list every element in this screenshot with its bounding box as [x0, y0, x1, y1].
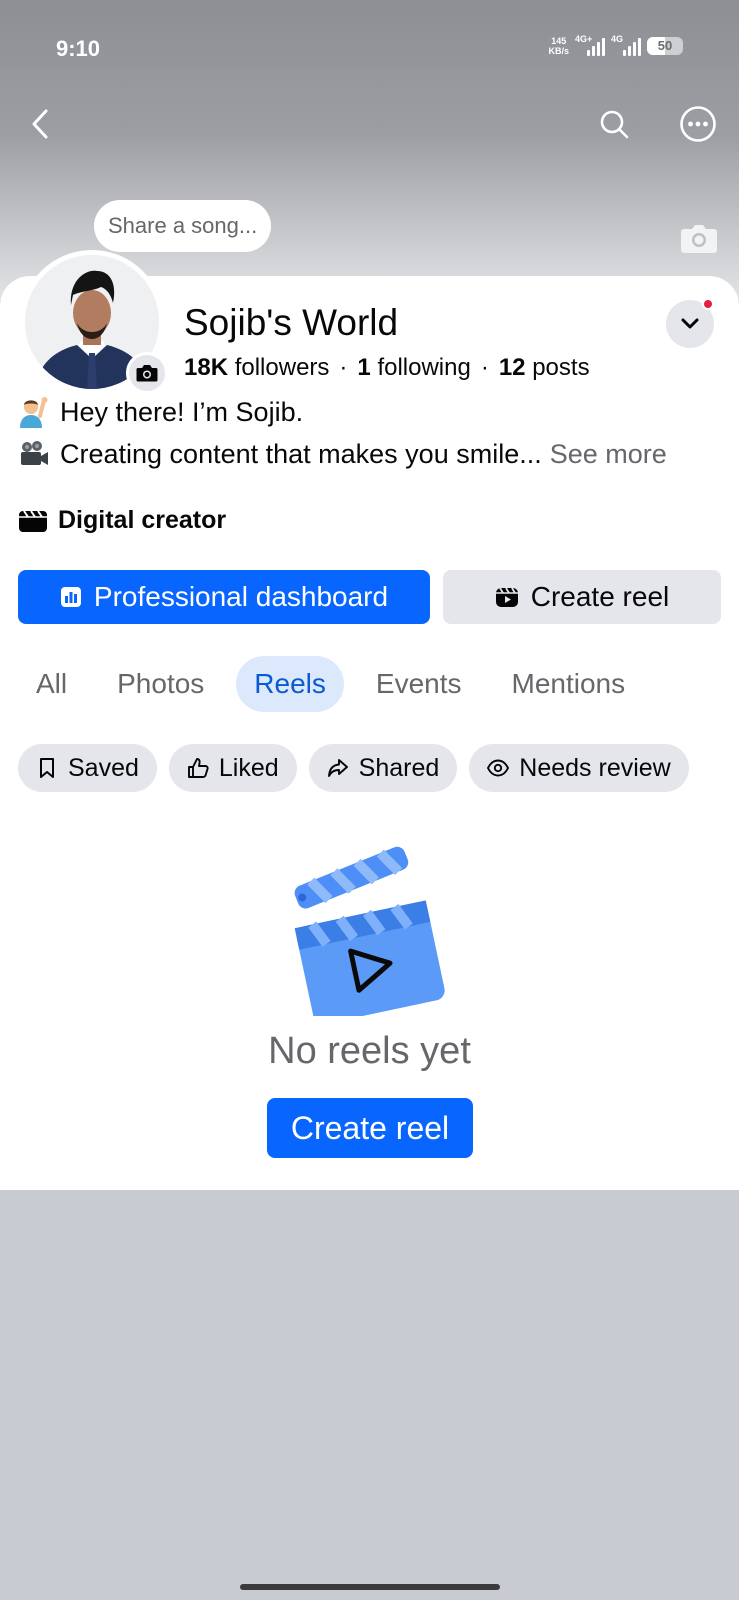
tab-reels[interactable]: Reels: [236, 656, 344, 712]
more-options-button[interactable]: [676, 102, 720, 146]
content-tabs: All Photos Reels Events Mentions: [18, 656, 657, 712]
movie-camera-emoji: [21, 441, 48, 465]
thumbs-up-icon: [187, 758, 209, 778]
signal-sim2-icon: 4G: [611, 34, 641, 56]
tab-mentions[interactable]: Mentions: [494, 656, 644, 712]
chevron-left-icon: [32, 109, 48, 139]
home-indicator[interactable]: [240, 1584, 500, 1590]
reel-filters: Saved Liked Shared Needs review: [18, 744, 689, 792]
profile-name: Sojib's World: [184, 302, 399, 343]
see-more-link[interactable]: See more: [550, 439, 667, 470]
create-reel-button[interactable]: Create reel: [443, 570, 721, 624]
tab-events[interactable]: Events: [358, 656, 480, 712]
status-time: 9:10: [56, 36, 101, 61]
chevron-down-icon: [681, 318, 699, 329]
reel-icon: [495, 587, 518, 607]
notification-dot: [702, 298, 714, 310]
bio-line-1: Hey there! I’m Sojib.: [18, 396, 303, 428]
professional-dashboard-button[interactable]: Professional dashboard: [18, 570, 430, 624]
search-button[interactable]: [592, 102, 636, 146]
filter-shared-chip[interactable]: Shared: [308, 744, 458, 792]
man-raising-hand-emoji: [20, 397, 48, 428]
signal-sim1-icon: 4G+: [575, 34, 605, 56]
tab-photos[interactable]: Photos: [99, 656, 222, 712]
posts-stat[interactable]: 12 posts: [499, 354, 590, 382]
followers-stat[interactable]: 18K followers: [184, 354, 329, 382]
bar-chart-icon: [60, 587, 81, 607]
network-speed: 145 KB/s: [548, 36, 569, 56]
camera-icon: [136, 365, 158, 382]
clapperboard-play-icon: [294, 846, 445, 1016]
clapperboard-icon: [19, 509, 47, 532]
avatar-camera-button[interactable]: [126, 352, 168, 394]
more-horizontal-icon: [680, 106, 716, 142]
filter-needs-review-chip[interactable]: Needs review: [469, 744, 689, 792]
share-song-bubble[interactable]: Share a song...: [94, 200, 272, 252]
back-button[interactable]: [18, 102, 62, 146]
profile-category: Digital creator: [18, 506, 226, 535]
profile-stats: 18K followers · 1 following · 12 posts: [184, 354, 590, 382]
bookmark-icon: [40, 758, 54, 778]
following-stat[interactable]: 1 following: [357, 354, 470, 382]
tab-all[interactable]: All: [18, 656, 85, 712]
top-nav: [0, 96, 739, 152]
cover-camera-button[interactable]: [680, 222, 718, 254]
status-bar: 9:10 145 KB/s 4G+ 4G 50: [0, 0, 739, 96]
empty-state-title: No reels yet: [268, 1030, 471, 1072]
empty-create-reel-button[interactable]: Create reel: [267, 1098, 473, 1158]
share-arrow-icon: [327, 759, 348, 777]
search-icon: [600, 110, 629, 139]
bio-line-2: Creating content that makes you smile...…: [18, 438, 667, 470]
status-icons: 145 KB/s 4G+ 4G 50: [548, 34, 683, 56]
battery-icon: 50: [647, 37, 683, 55]
filter-liked-chip[interactable]: Liked: [168, 744, 297, 792]
eye-icon: [487, 759, 510, 777]
camera-icon: [681, 225, 717, 253]
filter-saved-chip[interactable]: Saved: [18, 744, 157, 792]
